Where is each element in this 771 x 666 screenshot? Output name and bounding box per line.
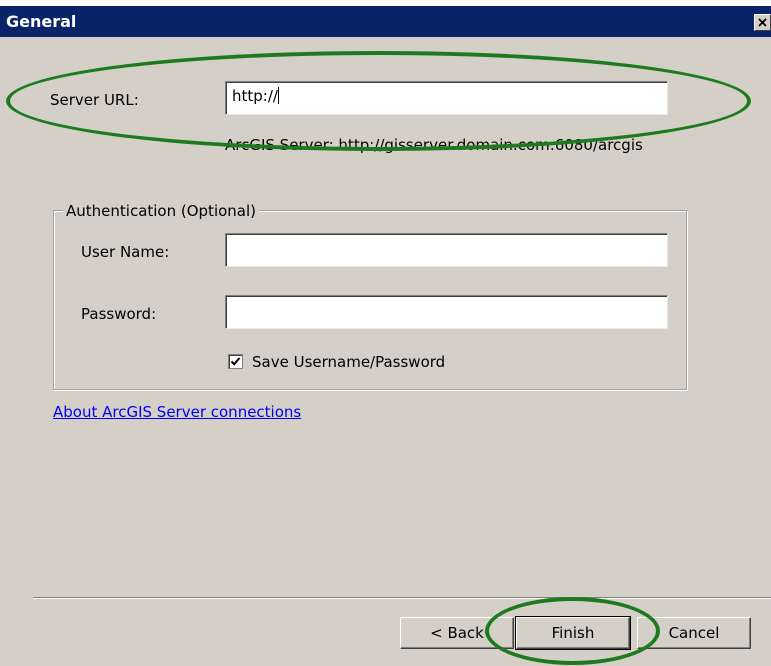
server-url-hint: ArcGIS Server: http://gisserver.domain.c… [225, 136, 643, 154]
footer-divider [33, 597, 771, 599]
finish-button[interactable]: Finish [515, 616, 631, 650]
close-icon [758, 18, 767, 27]
save-credentials-checkbox[interactable] [228, 354, 243, 369]
server-url-input[interactable]: http:// [225, 81, 668, 115]
text-caret [277, 87, 279, 104]
server-url-label: Server URL: [50, 91, 139, 109]
close-button[interactable] [754, 14, 771, 31]
authentication-legend: Authentication (Optional) [63, 202, 260, 220]
back-button[interactable]: < Back [400, 617, 514, 649]
about-connections-link[interactable]: About ArcGIS Server connections [53, 403, 301, 421]
save-credentials-label[interactable]: Save Username/Password [252, 353, 445, 371]
server-url-value: http:// [232, 87, 278, 105]
password-label: Password: [81, 305, 157, 323]
username-input[interactable] [225, 233, 668, 267]
cancel-button[interactable]: Cancel [637, 617, 751, 649]
username-label: User Name: [81, 243, 170, 261]
title-bar: General [0, 6, 771, 37]
password-input[interactable] [225, 295, 668, 329]
window-title: General [6, 12, 77, 31]
checkmark-icon [230, 357, 241, 366]
